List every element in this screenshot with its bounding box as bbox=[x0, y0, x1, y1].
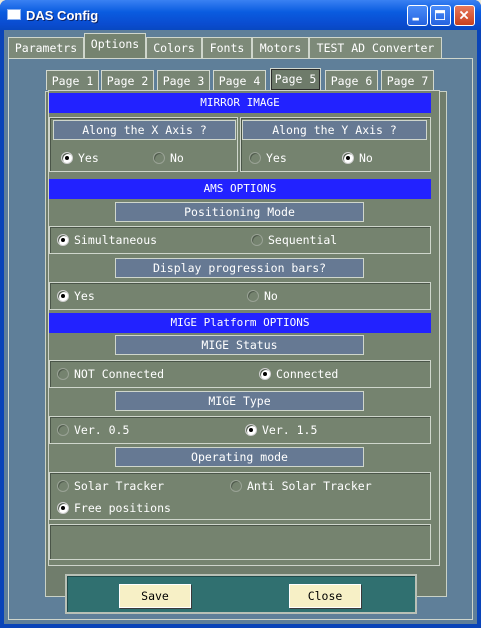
radio-dot-icon bbox=[342, 152, 354, 164]
empty-panel bbox=[49, 524, 431, 560]
minimize-icon bbox=[412, 17, 419, 21]
title-bar[interactable]: DAS Config bbox=[0, 0, 481, 30]
button-bar: Save Close bbox=[65, 574, 417, 614]
radio-dot-icon bbox=[57, 424, 69, 436]
radio-dot-icon bbox=[230, 480, 242, 492]
maximize-icon bbox=[435, 10, 446, 21]
tab-page-3[interactable]: Page 3 bbox=[157, 70, 210, 90]
tab-options[interactable]: Options bbox=[84, 33, 146, 58]
tab-page-4[interactable]: Page 4 bbox=[213, 70, 266, 90]
tab-page-6[interactable]: Page 6 bbox=[325, 70, 378, 90]
close-button[interactable]: Close bbox=[289, 584, 361, 608]
mige-options-header: MIGE Platform OPTIONS bbox=[49, 313, 431, 333]
tab-test-ad-converter[interactable]: TEST AD Converter bbox=[309, 37, 442, 58]
tab-page-2[interactable]: Page 2 bbox=[101, 70, 154, 90]
config-window: DAS Config Parametrs Options Colors Font… bbox=[0, 0, 481, 628]
radio-dot-icon bbox=[57, 234, 69, 246]
mirror-image-header: MIRROR IMAGE bbox=[49, 93, 431, 113]
positioning-mode-label: Positioning Mode bbox=[115, 202, 364, 222]
save-button[interactable]: Save bbox=[119, 584, 191, 608]
tab-page-5[interactable]: Page 5 bbox=[270, 68, 321, 90]
radio-dot-icon bbox=[57, 480, 69, 492]
window-icon bbox=[7, 9, 21, 20]
mige-type-label: MIGE Type bbox=[115, 391, 364, 411]
ams-options-header: AMS OPTIONS bbox=[49, 179, 431, 199]
tab-colors[interactable]: Colors bbox=[146, 37, 202, 58]
mige-status-label: MIGE Status bbox=[115, 335, 364, 355]
close-icon bbox=[459, 10, 469, 20]
tab-page-1[interactable]: Page 1 bbox=[46, 70, 99, 90]
window-title: DAS Config bbox=[26, 8, 99, 23]
radio-dot-icon bbox=[153, 152, 165, 164]
radio-dot-icon bbox=[251, 234, 263, 246]
radio-dot-icon bbox=[57, 290, 69, 302]
radio-dot-icon bbox=[249, 152, 261, 164]
progression-bars-label: Display progression bars? bbox=[115, 258, 364, 278]
tab-page-7[interactable]: Page 7 bbox=[381, 70, 434, 90]
radio-dot-icon bbox=[57, 502, 69, 514]
minimize-button[interactable] bbox=[407, 5, 428, 26]
radio-dot-icon bbox=[245, 424, 257, 436]
maximize-button[interactable] bbox=[430, 5, 451, 26]
radio-dot-icon bbox=[57, 368, 69, 380]
tab-motors[interactable]: Motors bbox=[252, 37, 309, 58]
x-axis-label: Along the X Axis ? bbox=[53, 120, 236, 140]
tab-fonts[interactable]: Fonts bbox=[202, 37, 252, 58]
radio-dot-icon bbox=[247, 290, 259, 302]
client-area: Parametrs Options Colors Fonts Motors TE… bbox=[4, 30, 477, 624]
progression-bars-group bbox=[49, 282, 431, 310]
radio-dot-icon bbox=[61, 152, 73, 164]
radio-dot-icon bbox=[259, 368, 271, 380]
operating-mode-label: Operating mode bbox=[115, 447, 364, 467]
tab-parametrs[interactable]: Parametrs bbox=[8, 37, 84, 58]
y-axis-label: Along the Y Axis ? bbox=[242, 120, 427, 140]
close-window-button[interactable] bbox=[454, 5, 475, 26]
